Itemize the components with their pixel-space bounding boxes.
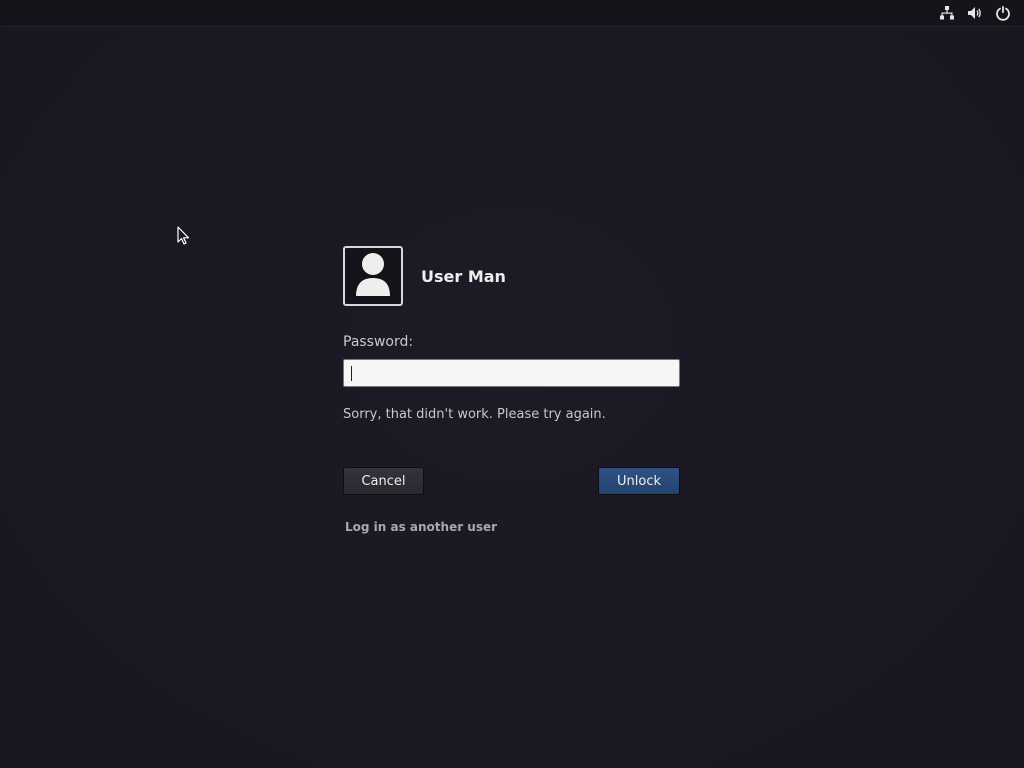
error-message: Sorry, that didn't work. Please try agai…: [343, 407, 606, 422]
lock-screen: User Man Password: Sorry, that didn't wo…: [0, 0, 1024, 768]
unlock-button[interactable]: Unlock: [598, 467, 680, 495]
network-icon[interactable]: [938, 4, 956, 22]
button-row: Cancel Unlock: [343, 467, 680, 495]
system-tray: [938, 4, 1012, 22]
top-bar: [0, 0, 1024, 27]
password-label: Password:: [343, 334, 414, 350]
password-field[interactable]: [343, 359, 680, 387]
unlock-dialog: User Man Password: Sorry, that didn't wo…: [343, 244, 680, 534]
text-caret: [351, 366, 352, 381]
power-icon[interactable]: [994, 4, 1012, 22]
user-avatar-icon: [353, 250, 393, 302]
user-row: User Man: [343, 244, 680, 308]
mouse-pointer-icon: [177, 226, 191, 250]
cancel-button[interactable]: Cancel: [343, 467, 424, 495]
user-name: User Man: [421, 266, 506, 286]
volume-icon[interactable]: [966, 4, 984, 22]
avatar: [343, 246, 403, 306]
login-as-another-user-link[interactable]: Log in as another user: [345, 520, 680, 534]
